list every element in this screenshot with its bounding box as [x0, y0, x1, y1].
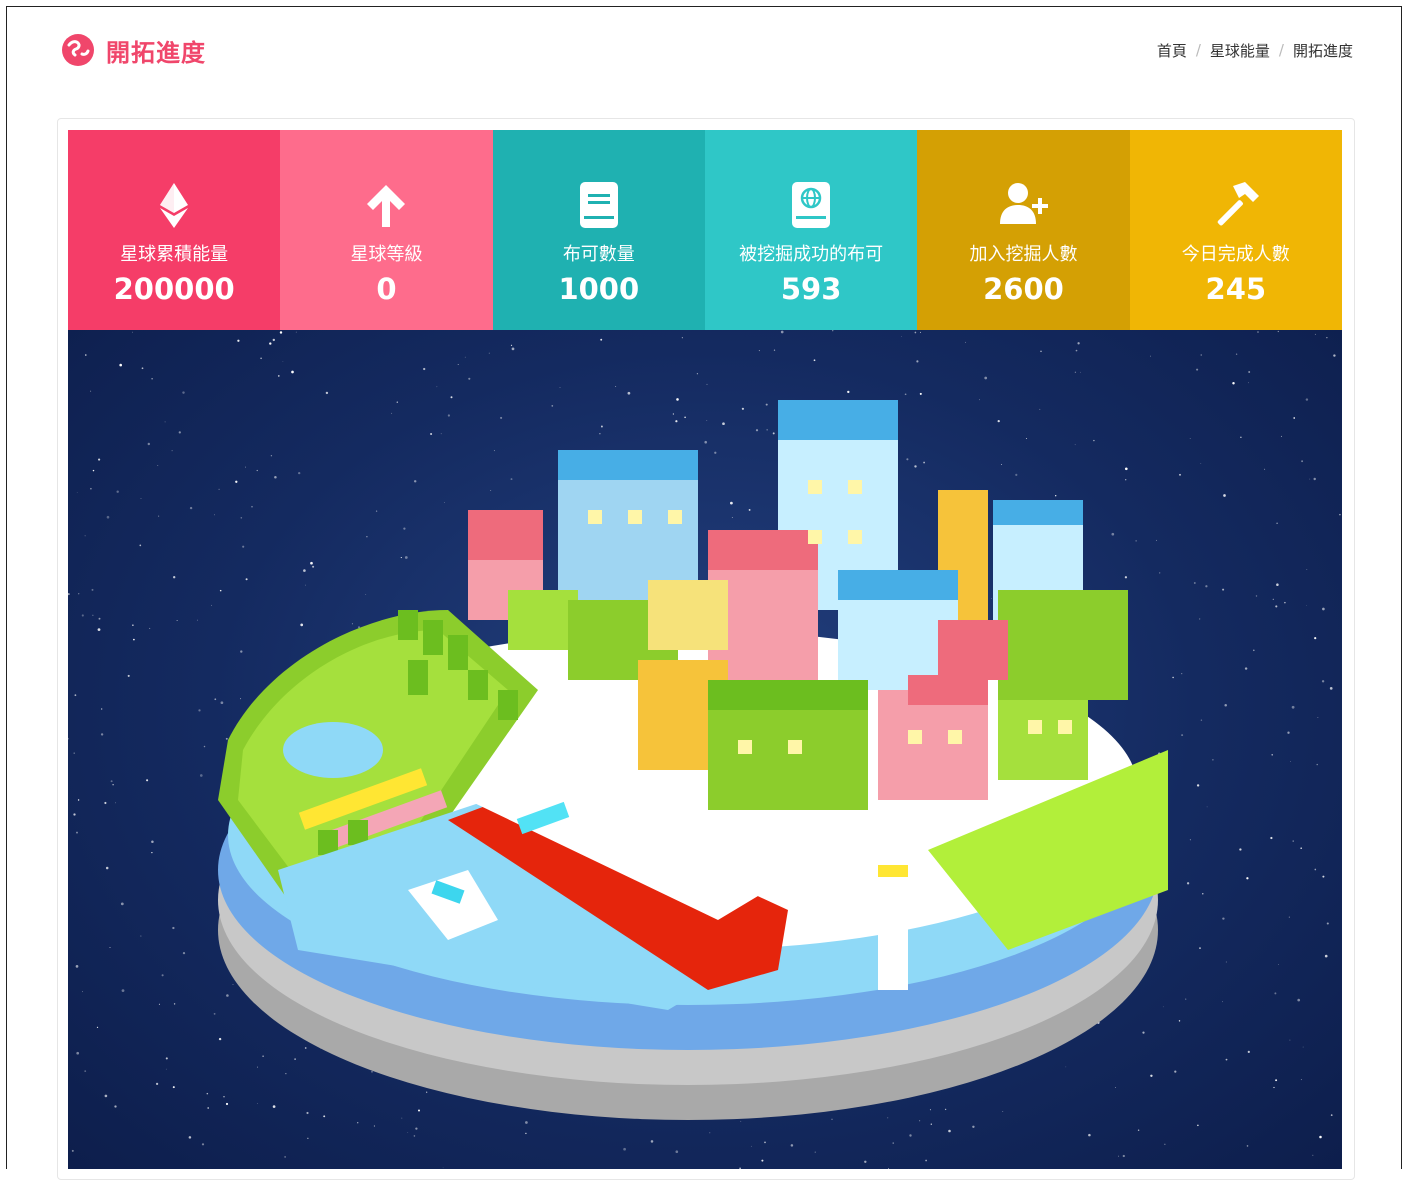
globe-book-icon — [792, 182, 831, 228]
stat-label: 星球等級 — [350, 244, 423, 265]
stat-value: 0 — [376, 272, 397, 306]
stat-value: 1000 — [558, 272, 640, 306]
voxel-island-image — [218, 400, 1168, 1120]
stats-bar: 星球累積能量 200000 星球等級 0 布可數量 1000 被挖掘成功的布可 … — [68, 130, 1342, 330]
breadcrumb-separator: / — [1278, 41, 1284, 59]
book-icon — [579, 182, 618, 228]
breadcrumb: 首頁 / 星球能量 / 開拓進度 — [1157, 40, 1353, 61]
stat-value: 593 — [780, 272, 842, 306]
planet-illustration — [68, 330, 1342, 1169]
stat-label: 被挖掘成功的布可 — [739, 244, 884, 265]
hammer-icon — [1217, 182, 1259, 226]
ethereum-icon — [160, 183, 189, 228]
stat-miners-joined: 加入挖掘人數 2600 — [917, 130, 1130, 330]
breadcrumb-current: 開拓進度 — [1292, 41, 1353, 60]
arrow-up-icon — [367, 185, 406, 227]
stat-label: 星球累積能量 — [120, 244, 229, 265]
stat-label: 布可數量 — [562, 244, 635, 265]
stat-planet-energy: 星球累積能量 200000 — [68, 130, 281, 330]
stat-label: 加入挖掘人數 — [969, 244, 1078, 265]
stat-value: 245 — [1205, 272, 1267, 306]
page-header: 開拓進度 首頁 / 星球能量 / 開拓進度 — [60, 30, 1353, 70]
globe-icon — [62, 34, 94, 66]
stat-book-count: 布可數量 1000 — [492, 130, 705, 330]
breadcrumb-planet-energy[interactable]: 星球能量 — [1210, 40, 1270, 61]
user-plus-icon — [1000, 183, 1049, 224]
stat-completed-today: 今日完成人數 245 — [1129, 130, 1342, 330]
page-title-group: 開拓進度 — [60, 32, 206, 68]
breadcrumb-home[interactable]: 首頁 — [1157, 40, 1187, 61]
breadcrumb-separator: / — [1195, 41, 1201, 59]
stat-value: 200000 — [113, 272, 235, 306]
stat-value: 2600 — [983, 272, 1064, 306]
page-title: 開拓進度 — [106, 38, 206, 67]
stat-books-mined: 被挖掘成功的布可 593 — [704, 130, 918, 330]
stat-planet-level: 星球等級 0 — [280, 130, 493, 330]
stat-label: 今日完成人數 — [1181, 244, 1290, 265]
